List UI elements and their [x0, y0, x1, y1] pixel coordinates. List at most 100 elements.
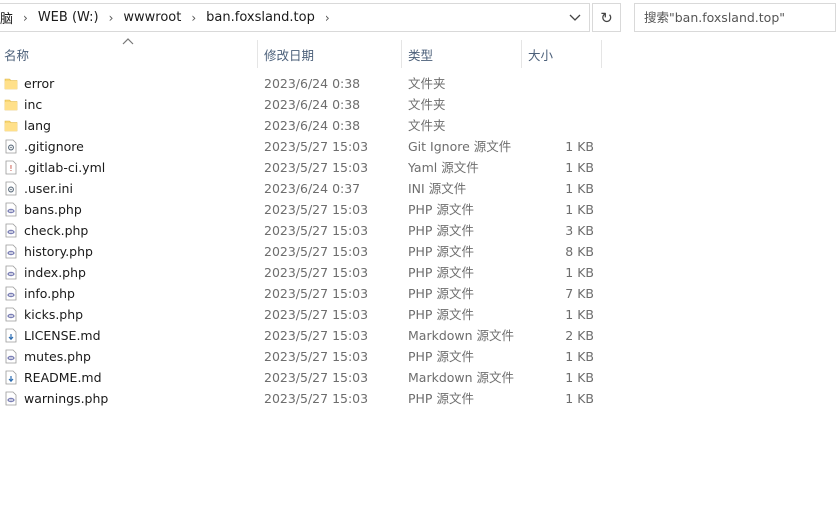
folder-icon	[4, 97, 18, 112]
file-size: 1 KB	[565, 349, 594, 364]
column-header-type[interactable]: 类型	[408, 40, 433, 68]
breadcrumb-item-drive[interactable]: WEB (W:)	[38, 10, 99, 25]
breadcrumb-item-computer[interactable]: 脑	[0, 8, 13, 27]
file-row[interactable]: info.php 2023/5/27 15:03 PHP 源文件 7 KB	[0, 283, 600, 304]
php-file-icon	[4, 286, 18, 301]
file-modified-date: 2023/6/24 0:38	[264, 76, 361, 91]
file-row[interactable]: .gitignore 2023/5/27 15:03 Git Ignore 源文件 1…	[0, 136, 600, 157]
file-size: 1 KB	[565, 307, 594, 322]
file-name: check.php	[24, 223, 89, 238]
file-row[interactable]: check.php 2023/5/27 15:03 PHP 源文件 3 KB	[0, 220, 600, 241]
folder-row[interactable]: inc 2023/6/24 0:38 文件夹	[0, 94, 600, 115]
breadcrumb-item-wwwroot[interactable]: wwwroot	[123, 10, 181, 25]
file-modified-date: 2023/5/27 15:03	[264, 202, 369, 217]
php-file-icon	[4, 265, 18, 280]
file-name: history.php	[24, 244, 93, 259]
breadcrumb-chevron-icon[interactable]: ›	[109, 11, 114, 25]
php-file-icon	[4, 244, 18, 259]
file-size: 1 KB	[565, 139, 594, 154]
column-divider[interactable]	[601, 40, 602, 68]
file-name: .user.ini	[24, 181, 73, 196]
php-file-icon	[4, 202, 18, 217]
address-history-dropdown[interactable]	[565, 9, 585, 27]
file-name: LICENSE.md	[24, 328, 101, 343]
file-type: Markdown 源文件	[408, 370, 515, 385]
file-type: PHP 源文件	[408, 244, 474, 259]
yaml-file-icon: !	[4, 160, 18, 175]
file-modified-date: 2023/6/24 0:38	[264, 118, 361, 133]
file-size	[534, 115, 594, 136]
file-size	[534, 73, 594, 94]
file-row[interactable]: bans.php 2023/5/27 15:03 PHP 源文件 1 KB	[0, 199, 600, 220]
file-modified-date: 2023/5/27 15:03	[264, 139, 369, 154]
column-divider[interactable]	[257, 40, 258, 68]
file-size: 1 KB	[565, 202, 594, 217]
file-type: PHP 源文件	[408, 202, 474, 217]
file-modified-date: 2023/5/27 15:03	[264, 160, 369, 175]
breadcrumb: 脑 › WEB (W:) › wwwroot › ban.foxsland.to…	[0, 4, 340, 31]
file-row[interactable]: warnings.php 2023/5/27 15:03 PHP 源文件 1 KB	[0, 388, 600, 409]
file-name: .gitlab-ci.yml	[24, 160, 106, 175]
file-modified-date: 2023/5/27 15:03	[264, 265, 369, 280]
column-header-bar: 名称 修改日期 类型 大小	[0, 38, 840, 68]
folder-row[interactable]: error 2023/6/24 0:38 文件夹	[0, 73, 600, 94]
file-modified-date: 2023/5/27 15:03	[264, 223, 369, 238]
file-size: 3 KB	[565, 223, 594, 238]
folder-icon	[4, 76, 18, 91]
file-name: inc	[24, 97, 43, 112]
file-type: Yaml 源文件	[408, 160, 479, 175]
refresh-icon: ↻	[600, 8, 613, 27]
file-type: 文件夹	[408, 118, 446, 133]
file-size: 7 KB	[565, 286, 594, 301]
breadcrumb-chevron-icon[interactable]: ›	[191, 11, 196, 25]
file-modified-date: 2023/5/27 15:03	[264, 307, 369, 322]
file-type: Git Ignore 源文件	[408, 139, 512, 154]
breadcrumb-chevron-icon[interactable]: ›	[325, 11, 330, 25]
file-row[interactable]: ! .gitlab-ci.yml 2023/5/27 15:03 Yaml 源文件 1 …	[0, 157, 600, 178]
file-row[interactable]: mutes.php 2023/5/27 15:03 PHP 源文件 1 KB	[0, 346, 600, 367]
file-row[interactable]: kicks.php 2023/5/27 15:03 PHP 源文件 1 KB	[0, 304, 600, 325]
file-row[interactable]: index.php 2023/5/27 15:03 PHP 源文件 1 KB	[0, 262, 600, 283]
search-input[interactable]	[635, 4, 835, 31]
file-name: error	[24, 76, 55, 91]
file-modified-date: 2023/5/27 15:03	[264, 328, 369, 343]
folder-row[interactable]: lang 2023/6/24 0:38 文件夹	[0, 115, 600, 136]
file-row[interactable]: LICENSE.md 2023/5/27 15:03 Markdown 源文件 2 K…	[0, 325, 600, 346]
file-modified-date: 2023/5/27 15:03	[264, 349, 369, 364]
column-header-name[interactable]: 名称	[4, 40, 29, 68]
breadcrumb-item-current-folder[interactable]: ban.foxsland.top	[206, 10, 315, 25]
php-file-icon	[4, 349, 18, 364]
file-type: PHP 源文件	[408, 391, 474, 406]
file-type: Markdown 源文件	[408, 328, 515, 343]
address-bar[interactable]: 脑 › WEB (W:) › wwwroot › ban.foxsland.to…	[0, 3, 590, 32]
file-list: error 2023/6/24 0:38 文件夹 inc 2023/6/24 0:38 文…	[0, 73, 600, 409]
file-row[interactable]: history.php 2023/5/27 15:03 PHP 源文件 8 KB	[0, 241, 600, 262]
file-size: 1 KB	[565, 265, 594, 280]
file-row[interactable]: README.md 2023/5/27 15:03 Markdown 源文件 1 KB	[0, 367, 600, 388]
column-header-size[interactable]: 大小	[528, 40, 553, 68]
file-row[interactable]: .user.ini 2023/6/24 0:37 INI 源文件 1 KB	[0, 178, 600, 199]
file-modified-date: 2023/5/27 15:03	[264, 370, 369, 385]
file-type: PHP 源文件	[408, 286, 474, 301]
file-type: PHP 源文件	[408, 349, 474, 364]
column-header-date[interactable]: 修改日期	[264, 40, 314, 68]
column-divider[interactable]	[521, 40, 522, 68]
refresh-button[interactable]: ↻	[592, 3, 621, 32]
column-divider[interactable]	[401, 40, 402, 68]
chevron-down-icon	[569, 14, 581, 21]
file-size: 2 KB	[565, 328, 594, 343]
file-size: 8 KB	[565, 244, 594, 259]
breadcrumb-chevron-icon[interactable]: ›	[23, 11, 28, 25]
file-modified-date: 2023/6/24 0:38	[264, 97, 361, 112]
file-type: PHP 源文件	[408, 223, 474, 238]
file-name: mutes.php	[24, 349, 91, 364]
file-name: warnings.php	[24, 391, 109, 406]
search-box[interactable]	[634, 3, 836, 32]
file-type: PHP 源文件	[408, 307, 474, 322]
file-size: 1 KB	[565, 391, 594, 406]
file-modified-date: 2023/5/27 15:03	[264, 244, 369, 259]
php-file-icon	[4, 391, 18, 406]
file-type: 文件夹	[408, 97, 446, 112]
file-modified-date: 2023/6/24 0:37	[264, 181, 361, 196]
file-modified-date: 2023/5/27 15:03	[264, 286, 369, 301]
